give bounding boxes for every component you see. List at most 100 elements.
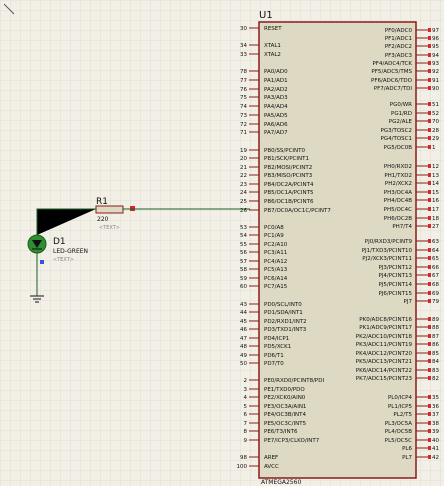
pin-dot[interactable] [428,36,431,40]
pin-dot[interactable] [428,446,431,450]
pin-dot[interactable] [428,325,431,329]
pin-label: PJ6/PCINT15 [378,291,412,297]
pin-dot[interactable] [428,317,431,321]
pin-label: PJ2/XCK3/PCINT11 [362,256,412,262]
pin-dot[interactable] [428,198,431,202]
pin-dot[interactable] [428,173,431,177]
pin-dot[interactable] [428,44,431,48]
resistor-body[interactable] [95,205,124,214]
pin-number: 17 [432,207,439,213]
pin-label: PA6/AD6 [264,122,288,128]
pin-dot[interactable] [428,351,431,355]
pin-dot[interactable] [428,334,431,338]
pin-number: 58 [240,267,247,273]
pin-dot[interactable] [428,239,431,243]
chip-u1[interactable]: U1 ATMEGA2560 30 RESET34 XTAL133 XTAL278 PA0… [237,10,440,486]
pin-label: PD3/TXD1/INT3 [264,327,307,333]
chip-pin-right[interactable]: 13 PH1/TXD2 [384,173,439,179]
pin-label: PE3/OC3A/AIN1 [264,404,306,410]
pin-label: PB0/SS/PCINT0 [264,148,306,154]
pin-number: 56 [240,250,247,256]
chip-pin-right[interactable]: 15 PH3/OC4A [384,190,440,196]
pin-dot[interactable] [428,128,431,132]
pin-number: 39 [432,429,439,435]
pin-number: 37 [432,412,439,418]
chip-pin-right[interactable]: 16 PH4/OC4B [384,198,440,204]
pin-dot[interactable] [428,86,431,90]
pin-dot[interactable] [428,395,431,399]
pin-dot[interactable] [428,111,431,115]
pin-dot[interactable] [428,78,431,82]
pin-label: AREF [264,455,278,461]
pin-number: 96 [432,36,439,42]
pin-number: 66 [432,265,439,271]
pin-label: PC7/A15 [264,284,288,290]
pin-label: PF6/ADC6/TDO [371,78,413,84]
pin-dot[interactable] [428,421,431,425]
pin-number: 36 [432,404,439,410]
pin-label: PF3/ADC3 [385,53,413,59]
pin-dot[interactable] [428,61,431,65]
pin-dot[interactable] [428,145,431,149]
pin-number: 76 [240,87,247,93]
pin-dot[interactable] [428,299,431,303]
pin-dot[interactable] [428,28,431,32]
pin-dot[interactable] [428,224,431,228]
pin-label: PC3/A11 [264,250,287,256]
pin-number: 52 [432,111,439,117]
pin-dot[interactable] [428,69,431,73]
pin-label: PH0/RXD2 [384,164,412,170]
pin-number: 33 [240,52,247,58]
pin-dot[interactable] [428,455,431,459]
pin-number: 4 [244,395,248,401]
pin-number: 12 [432,164,439,170]
pin-dot[interactable] [428,282,431,286]
pin-dot[interactable] [428,265,431,269]
pin-number: 20 [240,156,247,162]
chip-pin-right[interactable]: 18 PH6/OC2B [384,216,440,222]
pin-label: PF1/ADC1 [385,36,412,42]
pin-dot[interactable] [428,359,431,363]
pin-number: 87 [432,334,439,340]
pin-dot[interactable] [428,216,431,220]
pin-dot[interactable] [428,102,431,106]
pin-number: 5 [244,404,248,410]
pin-dot[interactable] [428,438,431,442]
pin-dot[interactable] [428,207,431,211]
pin-number: 48 [240,344,247,350]
pin-dot[interactable] [428,190,431,194]
pin-dot[interactable] [428,273,431,277]
pin-label: PC6/A14 [264,276,288,282]
pin-dot[interactable] [428,376,431,380]
pin-number: 34 [240,43,247,49]
pin-dot[interactable] [428,119,431,123]
led-pin-dot[interactable] [40,260,44,264]
pin-label: PJ7 [404,299,413,305]
pin-label: PF5/ADC5/TMS [371,69,412,75]
pin-dot[interactable] [428,412,431,416]
pin-dot[interactable] [428,342,431,346]
pin-dot[interactable] [428,404,431,408]
pin-number: 18 [432,216,439,222]
pin-dot[interactable] [428,291,431,295]
pin-label: XTAL2 [264,52,281,58]
pin-dot[interactable] [428,248,431,252]
pin-label: PB2/MOSI/PCINT2 [264,165,312,171]
pin-label: PE0/RXD0/PCINT8/PDI [264,378,324,384]
pin-label: PJ1/TXD3/PCINT10 [362,248,413,254]
pin-label: PA0/AD0 [264,69,288,75]
pin-label: PD4/ICP1 [264,336,289,342]
pin-label: PG2/ALE [389,119,413,125]
pin-dot[interactable] [428,164,431,168]
pin-dot[interactable] [428,256,431,260]
pin-number: 6 [244,412,248,418]
pin-label: PK2/ADC10/PCINT18 [356,334,413,340]
pin-dot[interactable] [428,136,431,140]
pin-label: PK6/ADC14/PCINT22 [356,368,412,374]
chip-pin-right[interactable]: 17 PH5/OC4C [384,207,440,213]
pin-label: PK4/ADC12/PCINT20 [356,351,413,357]
pin-dot[interactable] [428,53,431,57]
pin-dot[interactable] [428,429,431,433]
pin-dot[interactable] [428,181,431,185]
pin-dot[interactable] [428,368,431,372]
